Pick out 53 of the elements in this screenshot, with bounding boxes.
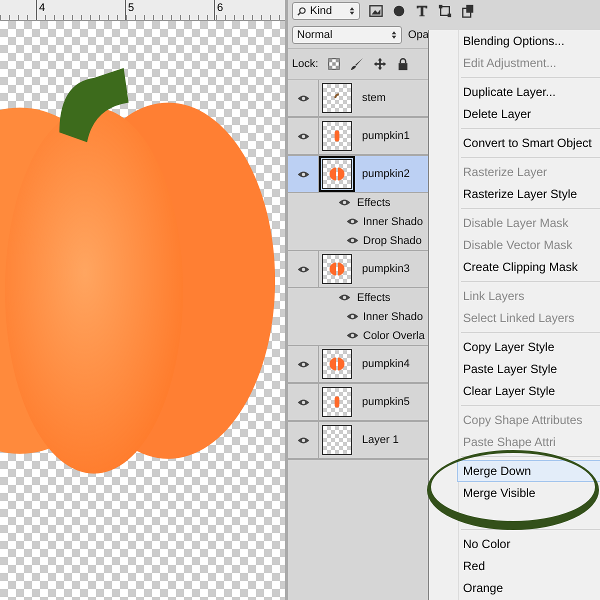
opacity-label: Opa bbox=[408, 29, 429, 41]
menu-item[interactable]: Orange bbox=[461, 577, 600, 599]
menu-item[interactable]: Rasterize Layer Style bbox=[461, 183, 600, 205]
eye-icon[interactable] bbox=[296, 94, 310, 102]
eye-icon[interactable] bbox=[338, 293, 351, 302]
lock-icon[interactable] bbox=[396, 57, 410, 71]
smart-object-icon[interactable] bbox=[461, 4, 475, 18]
menu-item[interactable]: Red bbox=[461, 555, 600, 577]
search-icon bbox=[297, 6, 306, 16]
eye-icon[interactable] bbox=[346, 236, 359, 245]
eye-icon[interactable] bbox=[338, 198, 351, 207]
shape-icon[interactable] bbox=[438, 4, 452, 18]
ruler-label: 5 bbox=[125, 0, 140, 20]
lock-transparency-icon[interactable] bbox=[327, 57, 342, 71]
menu-item[interactable]: Duplicate Layer... bbox=[461, 81, 600, 103]
layer-row[interactable]: pumpkin5 bbox=[288, 384, 428, 421]
ruler-label: 6 bbox=[214, 0, 229, 20]
menu-item[interactable]: Copy Layer Style bbox=[461, 336, 600, 358]
eye-icon[interactable] bbox=[346, 217, 359, 226]
move-icon[interactable] bbox=[373, 57, 388, 71]
type-icon[interactable] bbox=[415, 4, 429, 18]
updown-caret-icon bbox=[349, 6, 355, 16]
eye-icon[interactable] bbox=[296, 170, 310, 178]
eye-icon[interactable] bbox=[296, 360, 310, 368]
layer-row[interactable]: pumpkin3 bbox=[288, 251, 428, 288]
menu-item[interactable]: Delete Layer bbox=[461, 103, 600, 125]
layer-row[interactable]: stem bbox=[288, 80, 428, 117]
eye-icon[interactable] bbox=[296, 398, 310, 406]
eye-icon[interactable] bbox=[346, 331, 359, 340]
menu-item[interactable]: Clear Layer Style bbox=[461, 380, 600, 402]
eye-icon[interactable] bbox=[296, 132, 310, 140]
layer-row[interactable]: Layer 1 bbox=[288, 422, 428, 459]
menu-item[interactable]: Convert to Smart Object bbox=[461, 132, 600, 154]
circle-icon[interactable] bbox=[392, 4, 406, 18]
menu-item[interactable]: Paste Layer Style bbox=[461, 358, 600, 380]
menu-item[interactable]: Blending Options... bbox=[461, 30, 600, 52]
ruler-label: 4 bbox=[36, 0, 51, 20]
menu-item[interactable]: No Color bbox=[461, 533, 600, 555]
menu-item[interactable]: Merge Down bbox=[457, 460, 600, 482]
eye-icon[interactable] bbox=[296, 436, 310, 444]
eye-icon[interactable] bbox=[296, 264, 310, 274]
layer-row[interactable]: pumpkin1 bbox=[288, 118, 428, 155]
layer-row[interactable]: pumpkin2 bbox=[288, 156, 428, 193]
updown-caret-icon bbox=[391, 30, 397, 40]
layer-row[interactable]: pumpkin4 bbox=[288, 346, 428, 383]
blend-mode-dropdown[interactable]: Normal bbox=[292, 26, 402, 44]
eye-icon[interactable] bbox=[346, 312, 359, 321]
lock-label: Lock: bbox=[292, 58, 318, 70]
image-icon[interactable] bbox=[369, 4, 383, 18]
filter-dropdown[interactable]: Kind bbox=[292, 2, 360, 20]
menu-item[interactable]: Merge Visible bbox=[461, 482, 600, 504]
menu-item[interactable]: Create Clipping Mask bbox=[461, 256, 600, 278]
brush-icon[interactable] bbox=[350, 57, 364, 71]
